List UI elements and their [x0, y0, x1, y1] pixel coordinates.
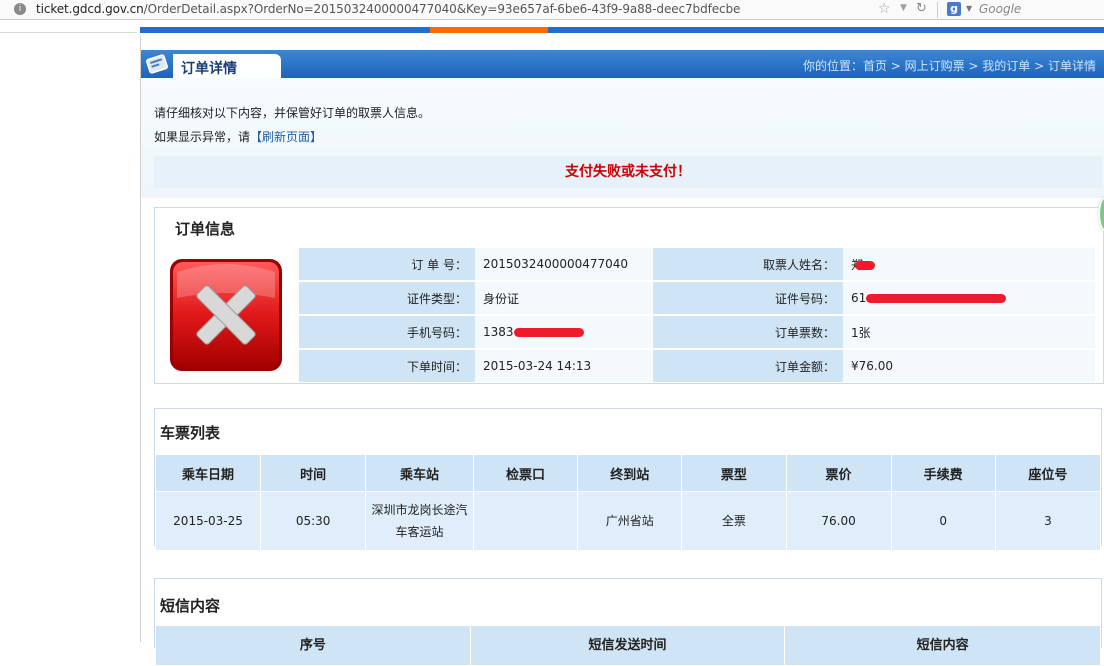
ticket-icon	[146, 54, 168, 74]
url-field[interactable]: ticket.gdcd.gov.cn/OrderDetail.aspx?Orde…	[36, 2, 740, 16]
col-price: 票价	[785, 454, 892, 492]
col-sms-index: 序号	[155, 625, 471, 666]
bookmark-star-icon[interactable]: ☆	[878, 1, 891, 17]
payment-status-message: 支付失败或未支付！	[154, 156, 1102, 188]
redaction-mark	[866, 294, 1007, 303]
col-fee: 手续费	[890, 454, 996, 492]
value-order-time: 2015-03-24 14:13	[475, 350, 651, 382]
label-pickup-name: 取票人姓名：	[651, 248, 843, 280]
cell-destination: 广州省站	[577, 491, 683, 551]
sms-panel: 短信内容 序号 短信发送时间 短信内容	[154, 578, 1102, 666]
top-nav-bar	[140, 27, 1104, 33]
page-title-tab: 订单详情	[173, 54, 281, 78]
redaction-mark	[855, 260, 876, 270]
page-title-bar: 订单详情 你的位置：首页 > 网上订购票 > 我的订单 > 订单详情	[141, 50, 1104, 78]
redaction-mark	[513, 328, 584, 337]
search-engine-icon[interactable]: g	[947, 2, 961, 16]
cell-seat: 3	[994, 491, 1102, 551]
col-seat: 座位号	[994, 454, 1102, 492]
col-destination: 终到站	[577, 454, 683, 492]
value-pickup-name: 郑	[843, 248, 1095, 280]
intro-text: 请仔细核对以下内容，并保管好订单的取票人信息。	[154, 106, 431, 120]
label-ticket-count: 订单票数：	[651, 316, 843, 348]
value-amount: ¥76.00	[843, 350, 1095, 382]
table-row: 2015-03-25 05:30 深圳市龙岗长途汽车客运站 广州省站 全票 76…	[154, 491, 1102, 551]
sms-table: 序号 短信发送时间 短信内容	[155, 625, 1101, 666]
col-ticket-type: 票型	[681, 454, 787, 492]
site-info-icon[interactable]: i	[14, 3, 26, 15]
label-id-type: 证件类型：	[299, 282, 475, 314]
page-title: 订单详情	[181, 61, 237, 77]
col-date: 乘车日期	[154, 454, 262, 492]
toolbar-separator	[937, 2, 938, 18]
left-gutter-line	[0, 32, 137, 33]
value-phone: 1383	[475, 316, 651, 348]
cell-departure-station: 深圳市龙岗长途汽车客运站	[365, 491, 474, 551]
cell-price: 76.00	[785, 491, 892, 551]
error-x-icon	[170, 259, 282, 371]
search-input[interactable]: Google	[979, 2, 1021, 16]
top-nav-strip	[140, 20, 1104, 36]
col-sms-content: 短信内容	[784, 625, 1101, 666]
sms-heading: 短信内容	[160, 597, 221, 615]
order-info-heading: 订单信息	[175, 220, 236, 238]
search-engine-dropdown-icon[interactable]: ▼	[966, 4, 972, 13]
cell-date: 2015-03-25	[154, 491, 262, 551]
refresh-hint: 如果显示异常，请【刷新页面】	[154, 128, 322, 145]
browser-address-bar: i ticket.gdcd.gov.cn/OrderDetail.aspx?Or…	[0, 0, 1104, 20]
departure-station-text: 深圳市龙岗长途汽车客运站	[371, 503, 468, 539]
refresh-hint-text: 如果显示异常，请	[154, 130, 251, 144]
cell-fee: 0	[890, 491, 996, 551]
phone-text: 1383	[483, 325, 514, 339]
refresh-page-link[interactable]: 【刷新页面】	[250, 130, 322, 144]
sms-table-header-row: 序号 短信发送时间 短信内容	[155, 625, 1101, 666]
label-id-no: 证件号码：	[651, 282, 843, 314]
value-ticket-count: 1张	[843, 316, 1095, 348]
cell-gate	[472, 491, 579, 551]
ticket-table-header-row: 乘车日期 时间 乘车站 检票口 终到站 票型 票价 手续费 座位号	[154, 454, 1102, 492]
url-path: /OrderDetail.aspx?OrderNo=20150324000004…	[143, 2, 741, 16]
col-sms-time: 短信发送时间	[469, 625, 786, 666]
cell-time: 05:30	[260, 491, 367, 551]
label-amount: 订单金额：	[651, 350, 843, 382]
value-id-no: 61	[843, 282, 1095, 314]
order-info-table: 订 单 号： 2015032400000477040 取票人姓名： 郑 证件类型…	[299, 246, 1095, 384]
reload-icon[interactable]: ↻	[916, 1, 927, 16]
id-no-text: 61	[851, 291, 867, 305]
col-gate: 检票口	[472, 454, 579, 492]
ticket-list-heading: 车票列表	[160, 424, 221, 442]
order-info-panel: 订单信息 订 单 号： 2015032400000477040 取票人姓名： 证…	[154, 207, 1104, 384]
cell-ticket-type: 全票	[681, 491, 787, 551]
url-dropdown-icon[interactable]: ▼	[900, 3, 907, 13]
ticket-list-panel: 车票列表 乘车日期 时间 乘车站 检票口 终到站 票型 票价 手续费 座位号 2…	[154, 408, 1102, 551]
main-content: 订单详情 你的位置：首页 > 网上订购票 > 我的订单 > 订单详情 请仔细核对…	[140, 36, 1104, 666]
ticket-table: 乘车日期 时间 乘车站 检票口 终到站 票型 票价 手续费 座位号 2015-0…	[154, 454, 1102, 551]
label-order-no: 订 单 号：	[299, 248, 475, 280]
col-time: 时间	[260, 454, 367, 492]
value-order-no: 2015032400000477040	[475, 248, 651, 280]
col-departure-station: 乘车站	[365, 454, 474, 492]
breadcrumb[interactable]: 你的位置：首页 > 网上订购票 > 我的订单 > 订单详情	[803, 57, 1096, 74]
label-phone: 手机号码：	[299, 316, 475, 348]
label-order-time: 下单时间：	[299, 350, 475, 382]
url-host: ticket.gdcd.gov.cn	[36, 2, 144, 16]
active-nav-indicator[interactable]	[430, 27, 548, 33]
value-id-type: 身份证	[475, 282, 651, 314]
